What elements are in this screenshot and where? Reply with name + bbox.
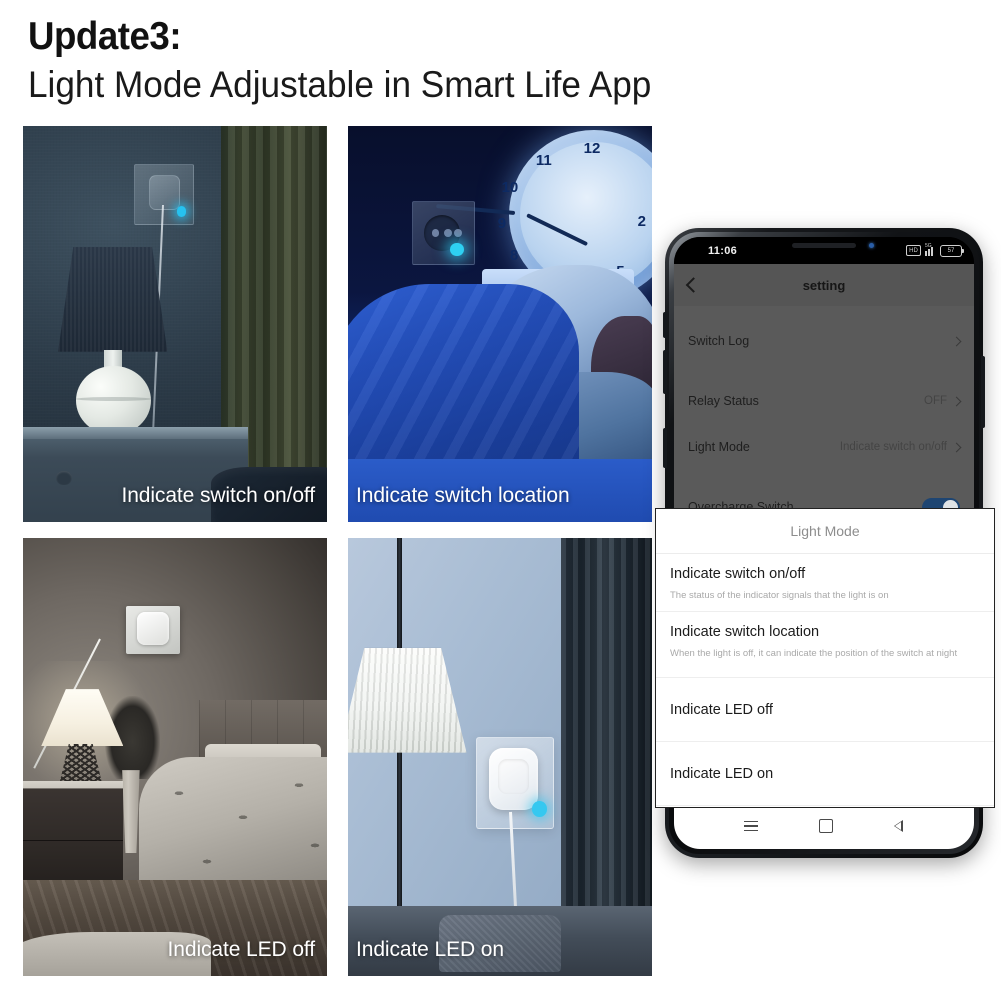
drawer-line bbox=[23, 840, 124, 842]
clock-number-11: 11 bbox=[535, 151, 552, 169]
clock-number-8: 8 bbox=[509, 246, 519, 264]
photo-caption: Indicate switch on/off bbox=[121, 484, 315, 507]
option-indicate-switch-location[interactable]: Indicate switch location When the light … bbox=[656, 612, 994, 678]
photo-caption: Indicate LED on bbox=[356, 938, 504, 961]
smart-plug-button bbox=[498, 759, 529, 795]
smart-plug bbox=[149, 174, 181, 211]
status-bar: 11:06 HD 5G 57 bbox=[674, 237, 974, 264]
row-label: Relay Status bbox=[688, 394, 759, 408]
product-infographic: Update3: Light Mode Adjustable in Smart … bbox=[0, 0, 1001, 1001]
option-indicate-switch-on-off[interactable]: Indicate switch on/off The status of the… bbox=[656, 554, 994, 612]
photo-panel-indicate-led-on: Indicate LED on bbox=[348, 538, 652, 976]
photo-panel-indicate-led-off: Indicate LED off bbox=[23, 538, 327, 976]
menu-icon[interactable] bbox=[744, 820, 759, 832]
volume-down-button[interactable] bbox=[663, 350, 667, 394]
option-indicate-led-off[interactable]: Indicate LED off bbox=[656, 678, 994, 742]
led-indicator-icon bbox=[449, 242, 464, 257]
app-bar: setting bbox=[674, 264, 974, 306]
option-indicate-led-on[interactable]: Indicate LED on bbox=[656, 742, 994, 806]
settings-row-relay-status[interactable]: Relay Status OFF bbox=[674, 378, 974, 424]
power-button[interactable] bbox=[981, 356, 985, 428]
photo-caption: Indicate switch location bbox=[356, 484, 570, 507]
assistant-button[interactable] bbox=[663, 428, 667, 468]
lamp-shade-texture bbox=[57, 246, 168, 352]
row-value: OFF bbox=[924, 395, 947, 407]
option-label: Indicate LED off bbox=[670, 702, 773, 718]
light-mode-dialog: Light Mode Indicate switch on/off The st… bbox=[655, 508, 995, 808]
photo-panel-indicate-switch-location: 12 11 10 9 8 7 6 5 2 Indicate switch loc… bbox=[348, 126, 652, 522]
app-bar-title: setting bbox=[802, 277, 846, 293]
hd-icon: HD bbox=[906, 245, 921, 256]
volume-up-button[interactable] bbox=[663, 312, 667, 338]
earpiece-speaker bbox=[792, 243, 856, 248]
smart-plug bbox=[137, 612, 169, 645]
heading-block: Update3: Light Mode Adjustable in Smart … bbox=[28, 14, 928, 108]
page-subtitle: Light Mode Adjustable in Smart Life App bbox=[28, 64, 652, 105]
photo-caption: Indicate LED off bbox=[167, 938, 316, 961]
option-description: The status of the indicator signals that… bbox=[670, 590, 889, 601]
chevron-right-icon bbox=[951, 336, 962, 346]
home-icon[interactable] bbox=[818, 819, 833, 833]
row-label: Switch Log bbox=[688, 334, 750, 348]
signal-network-label: 5G bbox=[925, 242, 932, 249]
row-value: Indicate switch on/off bbox=[839, 441, 947, 453]
option-description: When the light is off, it can indicate t… bbox=[670, 648, 958, 659]
photo-panel-indicate-switch-on-off: Indicate switch on/off bbox=[23, 126, 327, 522]
option-label: Indicate LED on bbox=[670, 766, 774, 782]
settings-row-light-mode[interactable]: Light Mode Indicate switch on/off bbox=[674, 424, 974, 470]
clock-number-10: 10 bbox=[501, 179, 519, 197]
dialog-title: Light Mode bbox=[656, 509, 994, 554]
android-nav-bar bbox=[674, 803, 974, 849]
clock-number-2: 2 bbox=[637, 213, 646, 231]
row-label: Light Mode bbox=[688, 440, 750, 454]
option-label: Indicate switch location bbox=[670, 624, 820, 640]
clock-number-9: 9 bbox=[497, 215, 507, 233]
status-icons: HD 5G 57 bbox=[906, 242, 964, 257]
socket-hole-mid bbox=[443, 228, 452, 237]
option-label: Indicate switch on/off bbox=[670, 566, 806, 582]
drawer-knob bbox=[56, 470, 72, 485]
clock-number-12: 12 bbox=[583, 139, 601, 157]
settings-row-switch-log[interactable]: Switch Log bbox=[674, 318, 974, 364]
back-triangle-icon[interactable] bbox=[893, 819, 904, 833]
front-camera bbox=[869, 243, 874, 248]
status-time: 11:06 bbox=[708, 244, 738, 257]
nightstand bbox=[23, 781, 124, 895]
led-indicator-icon bbox=[176, 206, 187, 217]
chevron-right-icon bbox=[951, 442, 962, 452]
nightstand-top bbox=[23, 426, 248, 439]
battery-icon: 57 bbox=[940, 244, 964, 257]
signal-icon: 5G bbox=[925, 242, 936, 256]
led-indicator-icon bbox=[531, 800, 548, 817]
chevron-right-icon bbox=[951, 396, 962, 406]
page-title: Update3: bbox=[28, 15, 182, 58]
